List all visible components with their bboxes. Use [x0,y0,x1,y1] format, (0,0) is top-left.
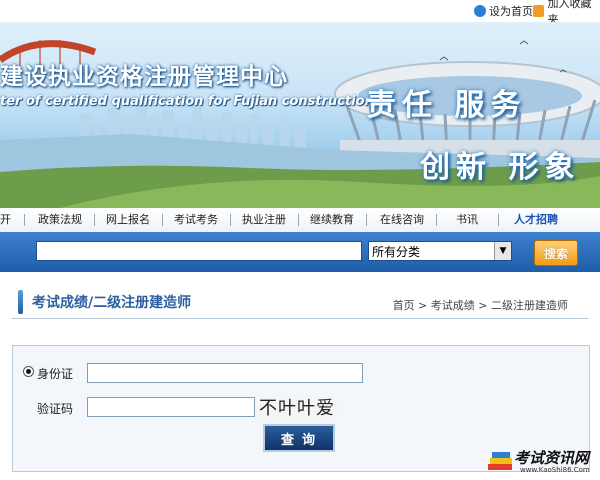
nav-item-policy[interactable]: 政策法规 [38,208,82,232]
main-nav: 开 政策法规 网上报名 考试考务 执业注册 继续教育 在线咨询 书讯 人才招聘 [0,208,600,233]
nav-divider [24,214,25,226]
captcha-label: 验证码 [37,402,74,416]
header-banner: 建设执业资格注册管理中心 ter of certified qualificat… [0,22,600,208]
title-marker-icon [18,290,23,314]
slogan-line-1: 责任 服务 [366,88,527,123]
add-favorite-link[interactable]: 加入收藏夹 [533,0,600,26]
nav-item-practice-registration[interactable]: 执业注册 [242,208,286,232]
breadcrumb-current: 二级注册建造师 [491,299,568,312]
watermark-logo: 考试资讯网 www.KaoShi86.Com [484,444,600,480]
search-bar: 所有分类 ▼ 搜索 [0,232,600,272]
set-home-label: 设为首页 [489,5,533,18]
site-subtitle-en: ter of certified qualification for Fujia… [0,94,374,109]
id-label: 身份证 [37,367,74,381]
search-input[interactable] [36,241,362,261]
nav-divider [436,214,437,226]
id-type-radio[interactable] [23,366,34,377]
books-icon [488,452,512,470]
category-select[interactable]: 所有分类 ▼ [368,241,512,261]
breadcrumb-separator: > [474,299,491,312]
query-button[interactable]: 查询 [263,424,335,452]
breadcrumb: 首页 > 考试成绩 > 二级注册建造师 [393,297,568,313]
nav-item-book-news[interactable]: 书讯 [456,208,478,232]
nav-item-home[interactable]: 开 [0,208,11,232]
search-button[interactable]: 搜索 [534,240,578,266]
nav-divider [162,214,163,226]
nav-divider [298,214,299,226]
captcha-field[interactable] [87,397,255,417]
nav-item-continuing-education[interactable]: 继续教育 [310,208,354,232]
nav-divider [366,214,367,226]
watermark-text: 考试资讯网 [514,449,590,467]
favorite-icon [533,5,545,17]
captcha-image[interactable]: 不叶叶爱 [259,395,337,419]
page-title: 考试成绩/二级注册建造师 [32,295,192,311]
chevron-down-icon[interactable]: ▼ [494,242,511,260]
home-icon [474,5,486,17]
nav-item-online-registration[interactable]: 网上报名 [106,208,150,232]
id-number-field[interactable] [87,363,363,383]
breadcrumb-exam-scores[interactable]: 考试成绩 [431,299,475,312]
watermark-url: www.KaoShi86.Com [520,466,590,474]
nav-item-online-consult[interactable]: 在线咨询 [380,208,424,232]
nav-divider [498,214,499,226]
site-title: 建设执业资格注册管理中心 [0,64,288,90]
breadcrumb-separator: > [414,299,431,312]
nav-divider [230,214,231,226]
breadcrumb-home[interactable]: 首页 [393,299,415,312]
nav-item-exam-affairs[interactable]: 考试考务 [174,208,218,232]
top-links-bar: 设为首页 加入收藏夹 [0,0,600,26]
nav-item-recruitment[interactable]: 人才招聘 [514,208,558,232]
nav-divider [94,214,95,226]
page-header: 考试成绩/二级注册建造师 首页 > 考试成绩 > 二级注册建造师 [12,288,588,319]
set-home-link[interactable]: 设为首页 [474,3,533,19]
category-select-value: 所有分类 [372,244,421,259]
slogan-line-2: 创新 形象 [420,150,581,185]
